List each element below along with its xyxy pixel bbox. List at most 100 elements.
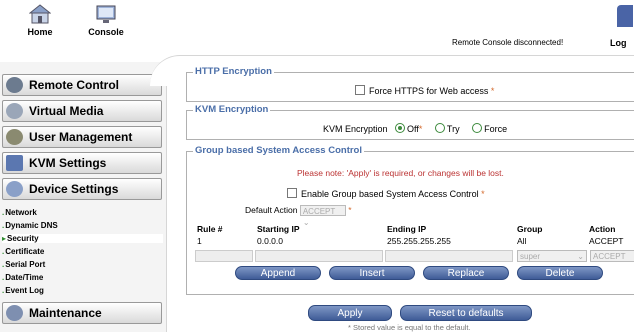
nav-maintenance[interactable]: Maintenance — [2, 302, 162, 324]
subnav-label: Network — [5, 208, 37, 217]
nav-user-management[interactable]: User Management — [2, 126, 162, 148]
col-header-starting-ip: Starting IP — [257, 224, 300, 234]
new-action-select[interactable]: ACCEPT ⌄ — [590, 250, 634, 272]
kvm-encryption-row: KVM Encryption Off* Try Force — [323, 123, 507, 134]
default-asterisk: * — [418, 124, 423, 134]
main-content: HTTP Encryption Force HTTPS for Web acce… — [170, 60, 634, 332]
kvm-encryption-label: KVM Encryption — [323, 124, 388, 134]
default-action-label: Default Action — [245, 205, 298, 215]
default-asterisk: * — [490, 86, 495, 96]
nav-virtual-media[interactable]: Virtual Media — [2, 100, 162, 122]
subnav-label: Security — [7, 234, 39, 243]
new-group-select[interactable]: super ⌄ — [517, 250, 587, 262]
force-https-label: Force HTTPS for Web access — [369, 86, 489, 96]
subnav-certificate[interactable]: .Certificate — [2, 247, 44, 256]
enable-group-label: Enable Group based System Access Control — [301, 189, 479, 199]
enable-group-checkbox[interactable] — [287, 188, 297, 198]
kvm-try-radio[interactable] — [434, 123, 445, 133]
nav-label: Maintenance — [29, 306, 102, 320]
chevron-down-icon: ⌄ — [577, 252, 584, 261]
stored-default-footnote: * Stored value is equal to the default. — [348, 323, 471, 332]
insert-button[interactable]: Insert — [329, 266, 415, 280]
kvm-force-radio[interactable] — [472, 123, 483, 133]
enable-group-row: Enable Group based System Access Control… — [287, 188, 485, 199]
nav-label: KVM Settings — [29, 156, 107, 170]
default-action-select[interactable]: ACCEPT ⌄ — [299, 205, 346, 227]
apply-required-note: Please note: 'Apply' is required, or cha… — [297, 168, 504, 178]
append-button[interactable]: Append — [235, 266, 321, 280]
bullet-icon: . — [2, 260, 5, 269]
default-asterisk: * — [348, 205, 352, 215]
logout-label[interactable]: Log — [610, 38, 627, 48]
bullet-icon: . — [2, 208, 5, 217]
subnav-event-log[interactable]: .Event Log — [2, 286, 44, 295]
subnav-label: Certificate — [5, 247, 45, 256]
nav-kvm-settings[interactable]: KVM Settings — [2, 152, 162, 174]
bullet-icon: . — [2, 247, 5, 256]
console-status-text: Remote Console disconnected! — [452, 38, 564, 47]
remote-control-icon — [6, 77, 23, 93]
bullet-icon: . — [2, 286, 5, 295]
rule-cell: 1 — [197, 236, 202, 246]
selected-arrow-icon: ▸ — [2, 234, 7, 243]
delete-button[interactable]: Delete — [517, 266, 603, 280]
ending-ip-cell: 255.255.255.255 — [387, 236, 451, 246]
subnav-date-time[interactable]: .Date/Time — [2, 273, 43, 282]
default-action-row: Default Action ACCEPT ⌄ * — [245, 205, 352, 227]
monitor-icon — [96, 5, 116, 23]
http-encryption-legend: HTTP Encryption — [193, 66, 274, 77]
bullet-icon: . — [2, 273, 5, 282]
maintenance-icon — [6, 305, 23, 321]
home-label: Home — [27, 27, 53, 37]
replace-button[interactable]: Replace — [423, 266, 509, 280]
subnav-label: Event Log — [5, 286, 44, 295]
chevron-down-icon: ⌄ — [302, 218, 310, 228]
nav-label: Virtual Media — [29, 104, 104, 118]
logout-icon[interactable] — [617, 5, 633, 27]
home-button[interactable]: Home — [14, 4, 66, 37]
console-button[interactable]: Console — [80, 4, 132, 37]
kvm-icon — [6, 155, 23, 171]
nav-label: Device Settings — [29, 182, 119, 196]
force-https-checkbox[interactable] — [355, 85, 365, 95]
col-header-ending-ip: Ending IP — [387, 224, 427, 234]
bullet-icon: . — [2, 221, 5, 230]
kvm-off-label: Off — [407, 124, 419, 134]
group-cell: All — [517, 236, 527, 246]
nav-remote-control[interactable]: Remote Control — [2, 74, 162, 96]
default-asterisk: * — [481, 189, 485, 199]
home-icon — [29, 4, 51, 24]
subnav-network[interactable]: .Network — [2, 208, 37, 217]
new-starting-ip-input[interactable] — [255, 250, 383, 262]
subnav-label: Serial Port — [5, 260, 46, 269]
nav-label: Remote Control — [29, 78, 119, 92]
new-ending-ip-input[interactable] — [385, 250, 513, 262]
action-cell: ACCEPT — [589, 236, 624, 246]
users-icon — [6, 129, 23, 145]
kvm-encryption-legend: KVM Encryption — [193, 104, 271, 115]
subnav-security[interactable]: ▸Security — [2, 234, 163, 243]
nav-label: User Management — [29, 130, 133, 144]
reset-defaults-button[interactable]: Reset to defaults — [400, 305, 532, 321]
kvm-force-label: Force — [484, 124, 508, 134]
kvm-try-label: Try — [446, 124, 460, 134]
group-access-legend: Group based System Access Control — [193, 145, 365, 156]
force-https-row: Force HTTPS for Web access * — [355, 85, 494, 96]
subnav-label: Date/Time — [5, 273, 44, 282]
kvm-encryption-section: KVM Encryption KVM Encryption Off* Try F… — [186, 104, 634, 140]
subnav-dynamic-dns[interactable]: .Dynamic DNS — [2, 221, 58, 230]
device-settings-icon — [6, 181, 23, 197]
group-access-section: Group based System Access Control Please… — [186, 145, 634, 295]
new-rule-input[interactable] — [195, 250, 253, 262]
disc-icon — [6, 103, 23, 119]
col-header-group: Group — [517, 224, 543, 234]
default-action-value: ACCEPT — [302, 207, 336, 217]
col-header-action: Action — [589, 224, 616, 234]
new-group-value: super — [520, 252, 541, 261]
subnav-serial-port[interactable]: .Serial Port — [2, 260, 45, 269]
nav-device-settings[interactable]: Device Settings — [2, 178, 162, 200]
apply-button[interactable]: Apply — [308, 305, 392, 321]
starting-ip-cell: 0.0.0.0 — [257, 236, 283, 246]
sidebar: Remote Control Virtual Media User Manage… — [0, 62, 167, 332]
kvm-off-radio[interactable] — [395, 123, 406, 133]
